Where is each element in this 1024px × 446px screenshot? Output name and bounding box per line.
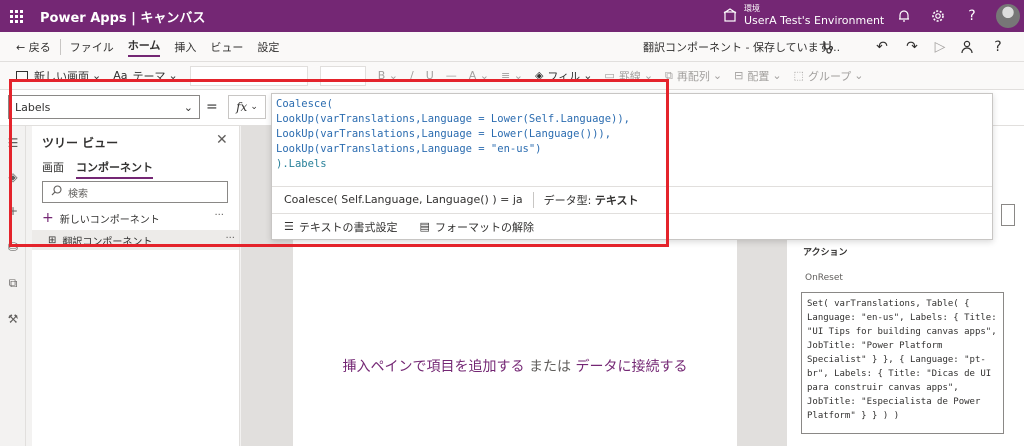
redo-icon[interactable]: ↷ bbox=[898, 32, 926, 62]
canvas-message-text: または bbox=[529, 359, 571, 375]
menu-home-label: ホーム bbox=[127, 37, 161, 57]
avatar[interactable] bbox=[996, 4, 1020, 28]
divider bbox=[59, 38, 61, 55]
menu-insert[interactable]: 挿入 bbox=[167, 32, 203, 62]
help-icon[interactable]: ? bbox=[984, 32, 1012, 62]
person-icon[interactable] bbox=[954, 32, 982, 62]
menu-home[interactable]: ホーム bbox=[121, 32, 168, 62]
align-button[interactable]: ⊟ 配置 ⌄ bbox=[728, 62, 787, 90]
save-status: 翻訳コンポーネント - 保存しています... bbox=[643, 41, 841, 54]
app-title: Power Apps | キャンバス bbox=[40, 10, 206, 26]
menu-view[interactable]: ビュー bbox=[203, 32, 250, 62]
bell-icon[interactable] bbox=[888, 0, 920, 32]
media-icon[interactable]: ⧉ bbox=[4, 274, 22, 292]
align-label: 配置 bbox=[747, 69, 770, 83]
reorder-button[interactable]: ⧉ 再配列 ⌄ bbox=[659, 62, 728, 90]
environment-icon bbox=[722, 7, 738, 23]
environment-name: UserA Test's Environment bbox=[744, 14, 885, 27]
title-bar: Power Apps | キャンバス 環境 UserA Test's Envir… bbox=[0, 0, 1024, 32]
group-button[interactable]: ⬚ グループ ⌄ bbox=[788, 62, 870, 90]
onreset-label: OnReset bbox=[805, 273, 843, 283]
property-input[interactable] bbox=[1001, 204, 1015, 226]
group-icon: ⬚ bbox=[793, 69, 804, 82]
tools-icon[interactable]: ⚒ bbox=[4, 310, 22, 328]
stethoscope-icon[interactable] bbox=[814, 32, 842, 62]
play-icon[interactable]: ▷ bbox=[926, 32, 954, 62]
onreset-formula-field[interactable]: Set( varTranslations, Table( { Language:… bbox=[801, 292, 1004, 434]
connect-data-link[interactable]: データに接続する bbox=[575, 359, 687, 375]
waffle-icon[interactable] bbox=[0, 0, 32, 32]
insert-pane-link[interactable]: 挿入ペインで項目を追加する bbox=[343, 359, 525, 375]
menu-settings[interactable]: 設定 bbox=[250, 32, 286, 62]
actions-heading: アクション bbox=[803, 248, 848, 258]
reorder-label: 再配列 bbox=[676, 69, 710, 83]
gear-icon[interactable] bbox=[922, 0, 954, 32]
highlight-box bbox=[9, 79, 669, 247]
group-label: グループ bbox=[807, 69, 852, 83]
command-bar: ← 戻る ファイル ホーム 挿入 ビュー 設定 翻訳コンポーネント - 保存して… bbox=[0, 32, 1024, 62]
help-icon[interactable]: ? bbox=[956, 0, 988, 32]
back-button[interactable]: ← 戻る bbox=[0, 32, 58, 62]
empty-canvas-message: 挿入ペインで項目を追加する または データに接続する bbox=[293, 356, 737, 376]
app-canvas[interactable]: 挿入ペインで項目を追加する または データに接続する bbox=[293, 240, 737, 446]
menu-file[interactable]: ファイル bbox=[63, 32, 121, 62]
undo-icon[interactable]: ↶ bbox=[868, 32, 896, 62]
align-icon: ⊟ bbox=[734, 69, 744, 82]
environment-picker[interactable]: 環境 UserA Test's Environment bbox=[722, 3, 884, 27]
